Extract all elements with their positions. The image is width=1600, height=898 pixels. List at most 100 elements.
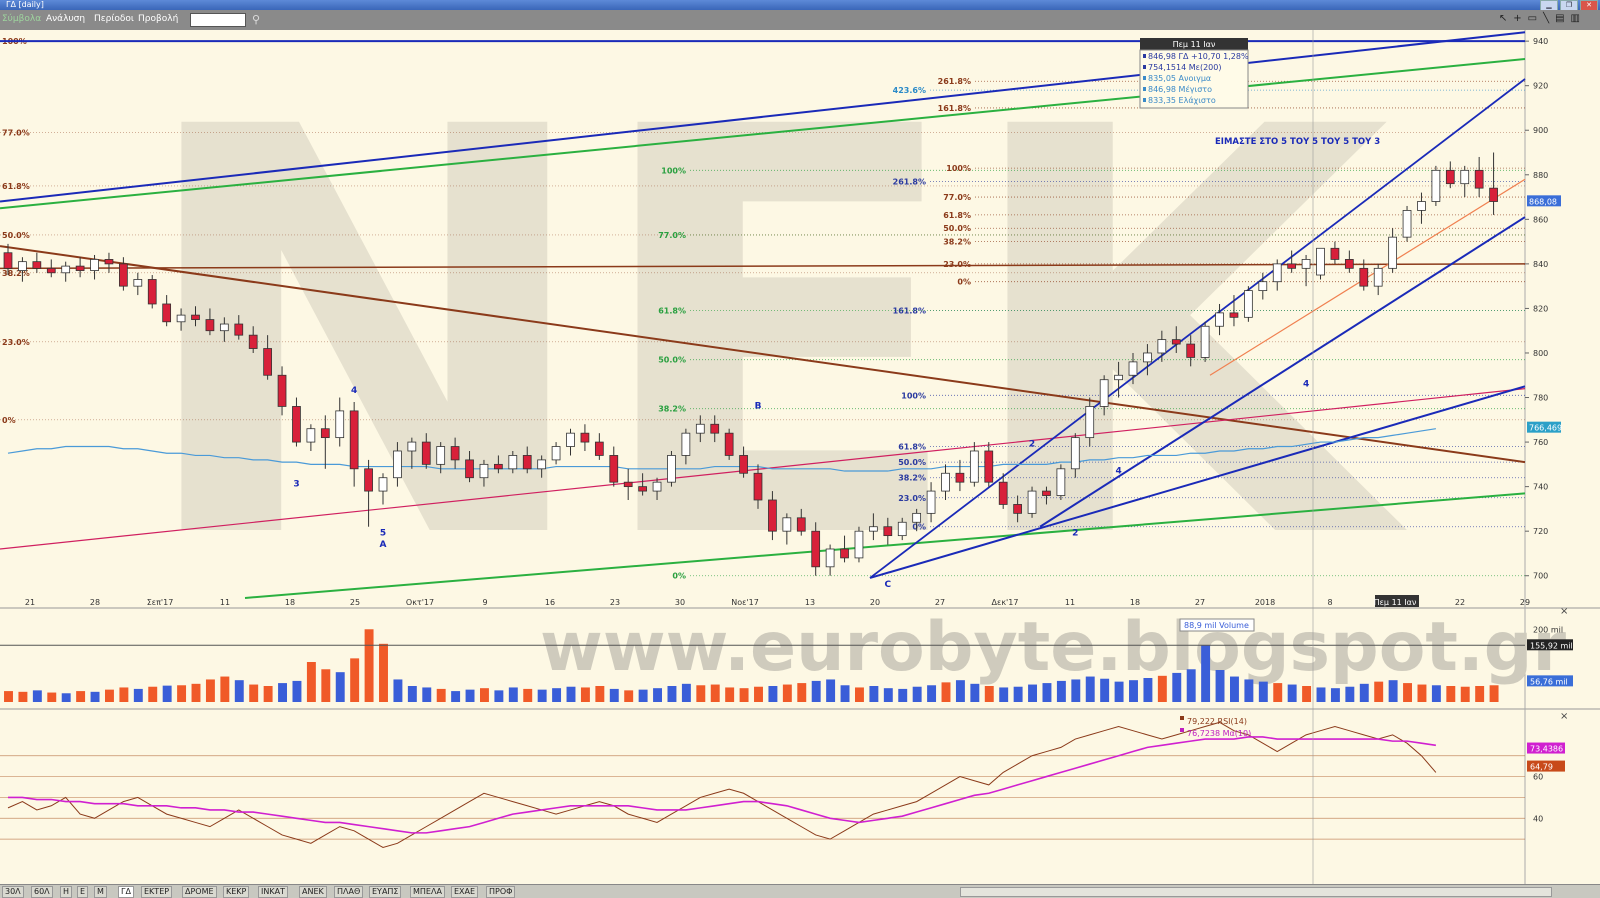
volume-bar	[984, 686, 994, 702]
volume-bar	[350, 658, 360, 702]
candle-body	[1056, 468, 1066, 496]
symbol-tab[interactable]: 30Λ	[2, 886, 24, 898]
symbol-tab[interactable]: ΑΝΕΚ	[299, 886, 327, 898]
volume-bar	[479, 688, 489, 702]
fib-level-label: 50.0%	[943, 224, 971, 233]
candle-body	[1114, 374, 1123, 381]
fib-level-label: 50.0%	[658, 356, 686, 365]
panel-icon[interactable]: ▥	[1571, 13, 1580, 24]
pointer-icon[interactable]: ↖	[1499, 13, 1507, 24]
y-tick-label: 820	[1533, 304, 1548, 313]
horizontal-scrollbar[interactable]	[960, 887, 1552, 897]
candle-body	[955, 472, 965, 483]
symbol-search-input[interactable]	[190, 13, 246, 27]
candle-body	[1402, 210, 1412, 238]
rsi-axis-label: 40	[1533, 814, 1543, 823]
symbol-tab[interactable]: ΕΧΑΕ	[451, 886, 479, 898]
candle-body	[782, 517, 792, 532]
x-tick-label: 29	[1520, 598, 1530, 607]
crosshair-icon[interactable]: +	[1513, 13, 1521, 24]
candle-body	[349, 410, 359, 470]
x-tick-label: 22	[1455, 598, 1465, 607]
x-tick-label: 13	[805, 598, 815, 607]
menu-symbols[interactable]: Σύμβολα	[2, 14, 41, 24]
symbol-tab[interactable]: ΕΚΤΕΡ	[141, 886, 173, 898]
close-panel-icon: ×	[1560, 606, 1568, 617]
symbol-tab[interactable]: Ε	[77, 886, 89, 898]
menu-view[interactable]: Προβολή	[138, 14, 178, 24]
candle-body	[941, 472, 950, 492]
volume-bar	[754, 686, 763, 702]
candle-body	[133, 279, 143, 287]
candle-body	[3, 252, 13, 269]
volume-bar	[624, 690, 634, 702]
symbol-tab[interactable]: ΙΝΚΑΤ	[258, 886, 288, 898]
volume-bar	[1186, 669, 1196, 702]
rsi-legend-text: 76,7238 Μα(10)	[1187, 729, 1251, 738]
candle-body	[90, 259, 99, 271]
x-tick-label: 16	[545, 598, 555, 607]
left-fib-label: 61.8%	[2, 182, 30, 191]
symbol-tab[interactable]: ΠΛΑΘ	[334, 886, 364, 898]
candle-body	[1460, 169, 1470, 185]
x-tick-label: 20	[870, 598, 880, 607]
candle-body	[594, 441, 604, 456]
search-icon[interactable]: ⚲	[252, 13, 260, 26]
x-tick-label: Σεπ'17	[147, 598, 174, 607]
symbol-tab[interactable]: ΔΡΟΜΕ	[182, 886, 217, 898]
symbol-tab[interactable]: 60Λ	[31, 886, 53, 898]
y-tick-label: 800	[1533, 349, 1548, 358]
candle-body	[1186, 343, 1196, 358]
line-tool-icon[interactable]: ╲	[1543, 13, 1549, 24]
volume-bar	[710, 684, 720, 702]
volume-bar	[1475, 686, 1485, 702]
candle-body	[1272, 263, 1282, 283]
symbol-tab[interactable]: ΜΠΕΛΑ	[410, 886, 445, 898]
candle-body	[1013, 504, 1022, 514]
left-fib-label: 50.0%	[2, 231, 30, 240]
volume-bar	[912, 686, 922, 702]
y-tick-label: 840	[1533, 260, 1548, 269]
candle-body	[1143, 352, 1152, 363]
chart-area[interactable]: NEKwww.eurobyte.blogspot.gr 423.6%261.8%…	[0, 30, 1600, 884]
layout-icon[interactable]: ▤	[1555, 13, 1564, 24]
volume-bar	[537, 689, 547, 702]
rectangle-icon[interactable]: ▭	[1528, 13, 1537, 24]
symbol-tab[interactable]: Η	[60, 886, 73, 898]
symbol-tab[interactable]: ΕΥΑΠΣ	[369, 886, 402, 898]
volume-bar	[811, 680, 821, 702]
x-tick-label: 23	[610, 598, 620, 607]
candle-body	[1388, 236, 1397, 269]
symbol-tab[interactable]: ΓΔ	[118, 886, 134, 898]
volume-bar	[278, 683, 288, 702]
candle-body	[1287, 263, 1297, 269]
volume-bar	[1417, 684, 1427, 702]
volume-bar	[321, 669, 331, 702]
volume-bar	[263, 686, 273, 702]
candle-body	[1301, 259, 1311, 269]
wave-annotation: ΕΙΜΑΣΤΕ ΣΤΟ 5 ΤΟΥ 5 ΤΟΥ 5 ΤΟΥ 3	[1215, 137, 1380, 147]
tooltip-header: Πεμ 11 Ιαν	[1173, 40, 1216, 49]
candle-body	[479, 463, 489, 479]
volume-bar	[840, 685, 850, 702]
candle-body	[623, 481, 633, 488]
candle-body	[1316, 247, 1325, 276]
candle-body	[119, 263, 128, 287]
rsi-legend-swatch	[1180, 716, 1184, 720]
x-tick-label: 27	[935, 598, 945, 607]
volume-bar	[955, 680, 965, 702]
tooltip-swatch	[1143, 54, 1146, 58]
symbol-tab[interactable]: ΚΕΚΡ	[223, 886, 250, 898]
menu-analysis[interactable]: Ανάλυση	[46, 14, 85, 24]
candle-body	[1359, 267, 1369, 287]
menu-periods[interactable]: Περίοδοι	[94, 14, 134, 24]
volume-bar	[335, 672, 345, 702]
volume-bar	[1374, 681, 1384, 702]
candle-body	[825, 548, 835, 568]
symbol-tab[interactable]: Μ	[94, 886, 107, 898]
x-tick-label: Δεκ'17	[992, 598, 1019, 607]
volume-legend: 88,9 mil Volume	[1179, 618, 1255, 632]
volume-bar	[292, 680, 302, 702]
symbol-tab[interactable]: ΠΡΟΦ	[486, 886, 516, 898]
volume-bar	[1114, 681, 1124, 702]
